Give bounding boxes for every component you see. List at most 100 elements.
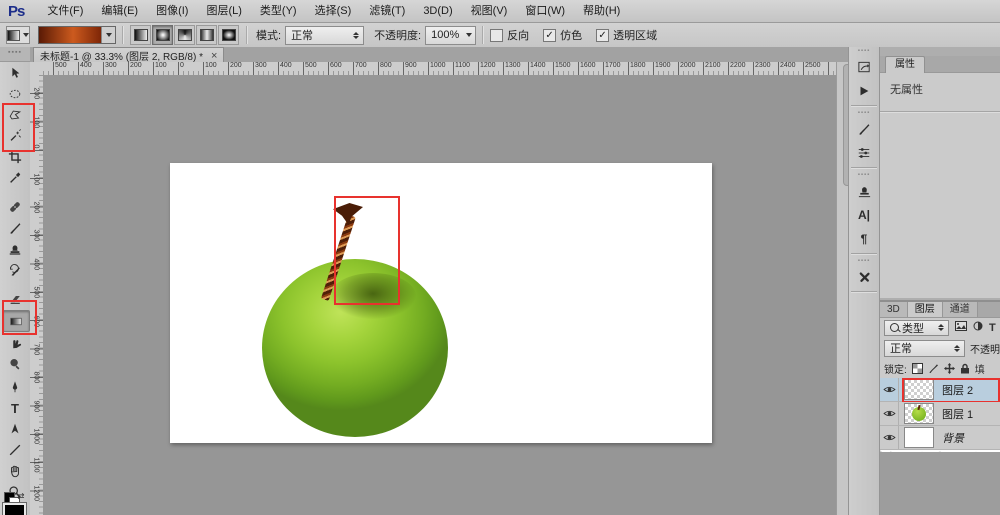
reflected-gradient-icon[interactable] <box>196 25 217 45</box>
type-filter-icon[interactable]: T <box>989 322 996 334</box>
toolbox-grip[interactable]: ▪▪▪▪ <box>0 47 30 62</box>
layer-visibility-eye-icon[interactable] <box>880 378 899 401</box>
layer-thumbnail[interactable] <box>904 403 934 424</box>
layer-name[interactable]: 背景 <box>942 430 964 446</box>
layer-filter-select[interactable]: 类型 <box>884 320 949 336</box>
checkbox-box[interactable]: ✓ <box>596 29 609 42</box>
menu-item[interactable]: 文件(F) <box>38 0 92 22</box>
clone-stamp-tool[interactable] <box>2 239 28 259</box>
gradient-preview-swatch[interactable] <box>38 26 116 44</box>
menu-item[interactable]: 滤镜(T) <box>360 0 414 22</box>
dock-group-grip[interactable]: ▪▪▪▪ <box>849 109 879 117</box>
layers-tabstrip: 3D图层通道 <box>880 302 1000 318</box>
actions-icon[interactable] <box>849 79 879 103</box>
image-filter-icon[interactable] <box>955 321 967 334</box>
dock-group-grip[interactable]: ▪▪▪▪ <box>849 257 879 265</box>
menu-item[interactable]: 选择(S) <box>306 0 361 22</box>
ruler-label: 1700 <box>605 62 621 69</box>
gradient-tool-icon[interactable] <box>6 26 30 44</box>
opacity-input[interactable]: 100% <box>425 26 476 45</box>
brush-panel-icon[interactable] <box>849 117 879 141</box>
lock-move-icon[interactable] <box>944 363 955 374</box>
blend-mode-select[interactable]: 正常 <box>285 26 364 45</box>
divider <box>851 291 877 293</box>
brush-tool[interactable] <box>2 218 28 238</box>
close-icon[interactable]: × <box>211 50 217 62</box>
line-tool[interactable] <box>2 440 28 460</box>
ruler-label: 200 <box>230 62 242 69</box>
checkbox-透明区域[interactable]: ✓透明区域 <box>596 27 657 43</box>
panel-cut-area <box>880 452 1000 515</box>
tool-presets-icon[interactable] <box>849 265 879 289</box>
menu-item[interactable]: 帮助(H) <box>574 0 629 22</box>
eyedropper-tool[interactable] <box>2 168 28 188</box>
ruler-label: 2500 <box>805 62 821 69</box>
clone-source-icon[interactable] <box>849 179 879 203</box>
document-tab[interactable]: 未标题-1 @ 33.3% (图层 2, RGB/8) * × <box>33 47 224 63</box>
ruler-label: 2300 <box>755 62 771 69</box>
ruler-label: 1300 <box>505 62 521 69</box>
ruler-label: 1100 <box>455 62 470 69</box>
checkbox-box[interactable] <box>490 29 503 42</box>
lock-paint-icon[interactable] <box>928 363 939 374</box>
smudge-tool[interactable] <box>2 333 28 353</box>
history-brush-tool[interactable] <box>2 260 28 280</box>
menu-item[interactable]: 窗口(W) <box>516 0 574 22</box>
layer-visibility-eye-icon[interactable] <box>880 426 899 449</box>
menu-item[interactable]: 类型(Y) <box>251 0 306 22</box>
checkbox-box[interactable]: ✓ <box>543 29 556 42</box>
layers-blend-row: 正常 不透明 <box>880 338 1000 358</box>
hand-tool[interactable] <box>2 461 28 481</box>
type-tool[interactable]: T <box>2 398 28 418</box>
layer-row-图层 2[interactable]: 图层 2 <box>880 378 1000 402</box>
history-icon[interactable] <box>849 55 879 79</box>
checkbox-仿色[interactable]: ✓仿色 <box>543 27 582 43</box>
menu-item[interactable]: 编辑(E) <box>92 0 147 22</box>
document-canvas[interactable] <box>170 163 712 443</box>
ruler-label: 2400 <box>780 62 796 69</box>
tab-通道[interactable]: 通道 <box>943 302 978 317</box>
photoshop-logo: Ps <box>8 3 24 20</box>
checkbox-反向[interactable]: 反向 <box>490 27 529 43</box>
menu-item[interactable]: 视图(V) <box>462 0 517 22</box>
layer-visibility-eye-icon[interactable] <box>880 402 899 425</box>
tab-properties[interactable]: 属性 <box>885 56 925 73</box>
paragraph-panel-icon[interactable]: ¶ <box>849 227 879 251</box>
layer-row-背景[interactable]: 背景 <box>880 426 1000 450</box>
elliptical-marquee-tool[interactable] <box>2 84 28 104</box>
move-tool[interactable] <box>2 63 28 83</box>
tab-图层[interactable]: 图层 <box>908 302 943 317</box>
canvas-area[interactable] <box>43 75 836 515</box>
ruler-label: 400 <box>80 62 92 69</box>
layer-row-图层 1[interactable]: 图层 1 <box>880 402 1000 426</box>
dodge-tool[interactable] <box>2 354 28 374</box>
ruler-corner <box>30 62 44 76</box>
layer-thumbnail[interactable] <box>904 427 934 448</box>
radial-gradient-icon[interactable] <box>152 25 173 45</box>
swap-colors-icon[interactable]: ⇄ <box>17 491 25 502</box>
pen-tool[interactable] <box>2 377 28 397</box>
menu-item[interactable]: 图像(I) <box>147 0 197 22</box>
menu-item[interactable]: 图层(L) <box>197 0 250 22</box>
character-panel-icon[interactable]: A| <box>849 203 879 227</box>
layer-blend-mode-select[interactable]: 正常 <box>884 340 965 357</box>
menu-item[interactable]: 3D(D) <box>414 0 461 22</box>
brush-settings-icon[interactable] <box>849 141 879 165</box>
dock-group-grip[interactable]: ▪▪▪▪ <box>849 47 879 55</box>
path-selection-tool[interactable] <box>2 419 28 439</box>
lock-label: 锁定: <box>884 361 907 376</box>
layer-name[interactable]: 图层 1 <box>942 406 973 422</box>
lock-all-icon[interactable] <box>960 363 970 374</box>
linear-gradient-icon[interactable] <box>130 25 151 45</box>
gradient-preview-fill <box>39 27 101 43</box>
lock-transparent-icon[interactable] <box>912 363 923 374</box>
dock-group-grip[interactable]: ▪▪▪▪ <box>849 171 879 179</box>
gradient-picker-arrow[interactable] <box>101 27 115 43</box>
angle-gradient-icon[interactable] <box>174 25 195 45</box>
ruler-label: 400 <box>33 258 40 278</box>
healing-brush-tool[interactable] <box>2 197 28 217</box>
foreground-color-swatch[interactable] <box>3 503 26 515</box>
adjustment-filter-icon[interactable] <box>973 321 983 334</box>
diamond-gradient-icon[interactable] <box>218 25 239 45</box>
tab-3D[interactable]: 3D <box>880 302 908 317</box>
